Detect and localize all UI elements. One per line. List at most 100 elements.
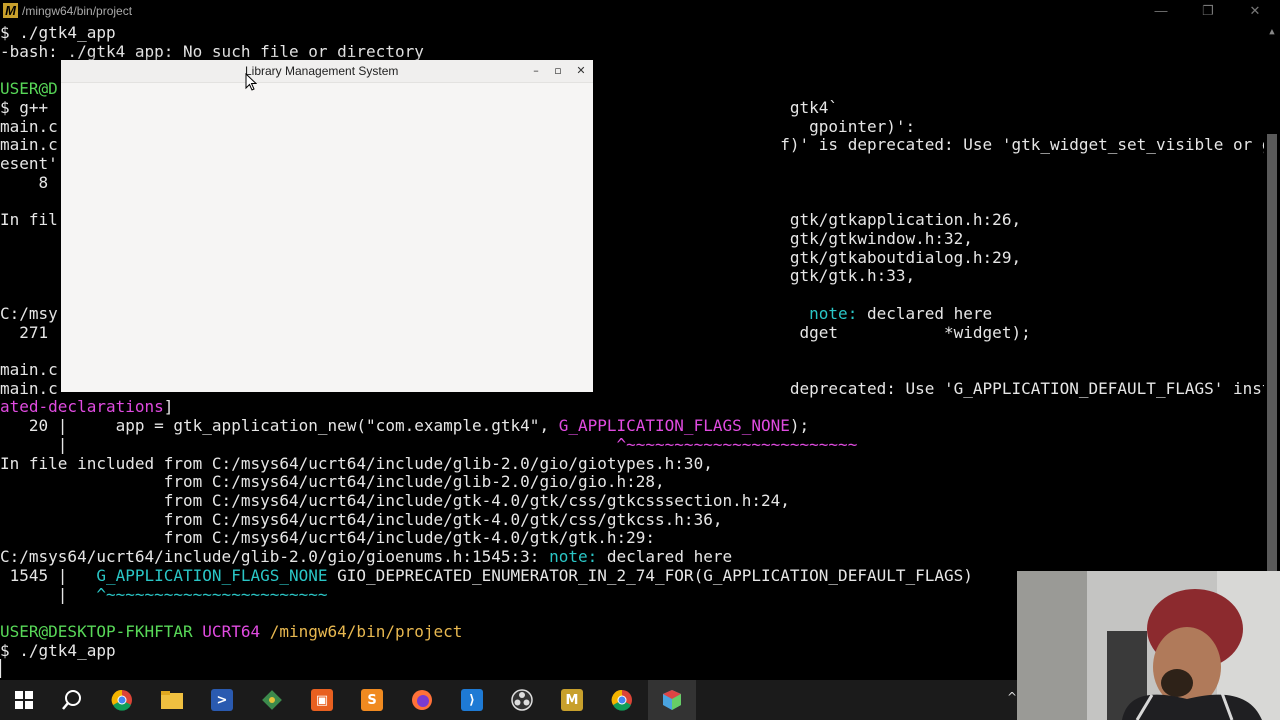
terminal-text: 1545 | [0,565,97,585]
gtk-app-window[interactable]: Library Management System – ▫ ✕ [61,60,593,392]
terminal-text: In file included from C:/msys64/ucrt64/i… [0,453,713,473]
terminal-text: main.c [0,359,58,379]
terminal-line: from C:/msys64/ucrt64/include/gtk-4.0/gt… [0,509,723,529]
terminal-line: 20 | app = gtk_application_new("com.exam… [0,416,809,435]
terminal-line: C:/msys64/ucrt64/include/glib-2.0/gio/gi… [0,547,732,566]
terminal-line: $ ./gtk4_app [0,641,116,660]
terminal-line: $ ./gtk4_app [0,23,116,42]
terminal-line: -bash: ./gtk4_app: No such file or direc… [0,42,424,61]
maximize-button[interactable]: ❐ [1195,2,1221,20]
terminal-line: from C:/msys64/ucrt64/include/gtk-4.0/gt… [0,491,790,510]
terminal-text: from C:/msys64/ucrt64/include/gtk-4.0/gt… [0,528,656,548]
taskbar-obs[interactable] [498,680,546,720]
terminal-text: C:/msys64/ucrt64/include/glib-2.0/gio/gi… [0,547,550,567]
terminal-text: G_APPLICATION_FLAGS_NONE [96,565,328,585]
terminal-text: esent' [0,154,58,174]
terminal-text: USER@DESKTOP-FKHFTAR [0,622,193,642]
obs-icon [511,689,533,711]
taskbar-file-explorer[interactable] [148,680,196,720]
chrome-icon [111,689,133,711]
close-button[interactable]: ✕ [1242,2,1268,20]
git-icon [261,689,283,711]
terminal-text: main.c [0,378,58,398]
gtk-maximize-button[interactable]: ▫ [549,63,567,79]
terminal-line: In file included from C:/msys64/ucrt64/i… [0,454,713,473]
terminal-text: ^~~~~~~~~~~~~~~~~~~~~~~~~ [616,434,858,454]
terminal-text: GIO_DEPRECATED_ENUMERATOR_IN_2_74_FOR(G_… [327,565,973,585]
gtk-minimize-button[interactable]: – [527,63,545,79]
taskbar-chrome[interactable] [98,680,146,720]
minimize-button[interactable]: — [1148,2,1174,20]
start-button[interactable] [0,680,48,720]
webcam-person-image [1017,571,1280,720]
terminal-text: 8 [0,172,58,192]
terminal-text: note: [809,303,858,323]
terminal-text: ] [163,397,174,417]
terminal-text: C:/msy [0,303,58,323]
terminal-text: $ g++ [0,97,58,117]
terminal-line: ▏ [0,659,10,678]
gtk-close-button[interactable]: ✕ [572,63,590,79]
taskbar-vscode[interactable]: ⟩ [448,680,496,720]
chrome-icon [611,689,633,711]
taskbar-codeblocks[interactable]: ▣ [298,680,346,720]
terminal-line: main.c [0,360,58,379]
taskbar-powershell[interactable]: > [198,680,246,720]
taskbar-git[interactable] [248,680,296,720]
terminal-text: main.c [0,135,58,155]
taskbar-chrome-2[interactable] [598,680,646,720]
terminal-text: $ ./gtk4_app [0,640,116,660]
terminal-text: declared here [857,303,993,323]
terminal-line: | ^~~~~~~~~~~~~~~~~~~~~~~~~ [0,434,858,454]
terminal-text: ^~~~~~~~~~~~~~~~~~~~~~~~ [96,584,328,604]
gtk-title-bar[interactable]: Library Management System – ▫ ✕ [61,60,593,83]
taskbar-msys2[interactable]: M [548,680,596,720]
terminal-line: USER@DESKTOP-FKHFTAR UCRT64 /mingw64/bin… [0,622,462,641]
terminal-line: ated-declarations] [0,397,173,416]
search-icon [61,689,83,711]
taskbar-sublime[interactable]: S [348,680,396,720]
firefox-icon [411,689,433,711]
search-button[interactable] [48,680,96,720]
webcam-overlay [1017,571,1280,720]
terminal-text: 20 | app = gtk_application_new("com.exam… [0,416,559,436]
vscode-icon: ⟩ [461,689,483,711]
terminal-title-bar: M /mingw64/bin/project — ❐ ✕ [0,0,1280,22]
terminal-text: -bash: ./gtk4_app: No such file or direc… [0,41,424,61]
folder-icon [161,689,183,711]
terminal-line: 1545 | G_APPLICATION_FLAGS_NONE GIO_DEPR… [0,566,973,585]
terminal-text: note: [549,547,598,567]
terminal-text: ▏ [0,659,10,678]
terminal-line: from C:/msys64/ucrt64/include/gtk-4.0/gt… [0,528,655,547]
scroll-up-arrow-icon[interactable]: ▲ [1264,24,1280,40]
terminal-line: esent' [0,154,58,173]
gtk-icon [661,689,683,711]
terminal-text: from C:/msys64/ucrt64/include/gtk-4.0/gt… [0,509,723,529]
msys2-icon: M [561,689,583,711]
terminal-text: declared here [597,547,733,567]
terminal-text: G_APPLICATION_FLAGS_NONE [558,416,790,436]
windows-icon [13,689,35,711]
terminal-text: from C:/msys64/ucrt64/include/glib-2.0/g… [0,472,665,492]
terminal-text: 271 [0,322,58,342]
terminal-text: ); [789,416,810,436]
terminal-text: ated-declarations [0,397,164,417]
terminal-text: | [0,434,617,454]
terminal-text: | [0,584,97,604]
mouse-cursor-icon [245,73,257,91]
terminal-text: In fil [0,210,58,230]
terminal-text: from C:/msys64/ucrt64/include/gtk-4.0/gt… [0,491,790,510]
msys2-logo-icon: M [3,3,18,18]
terminal-text: UCRT64 [202,622,261,642]
terminal-text: $ ./gtk4_app [0,23,116,42]
terminal-text: main.c [0,116,58,136]
sublime-icon: S [361,689,383,711]
taskbar-gtk-app[interactable] [648,680,696,720]
taskbar-firefox[interactable] [398,680,446,720]
window-title: /mingw64/bin/project [22,4,133,18]
terminal-line: from C:/msys64/ucrt64/include/glib-2.0/g… [0,472,665,491]
